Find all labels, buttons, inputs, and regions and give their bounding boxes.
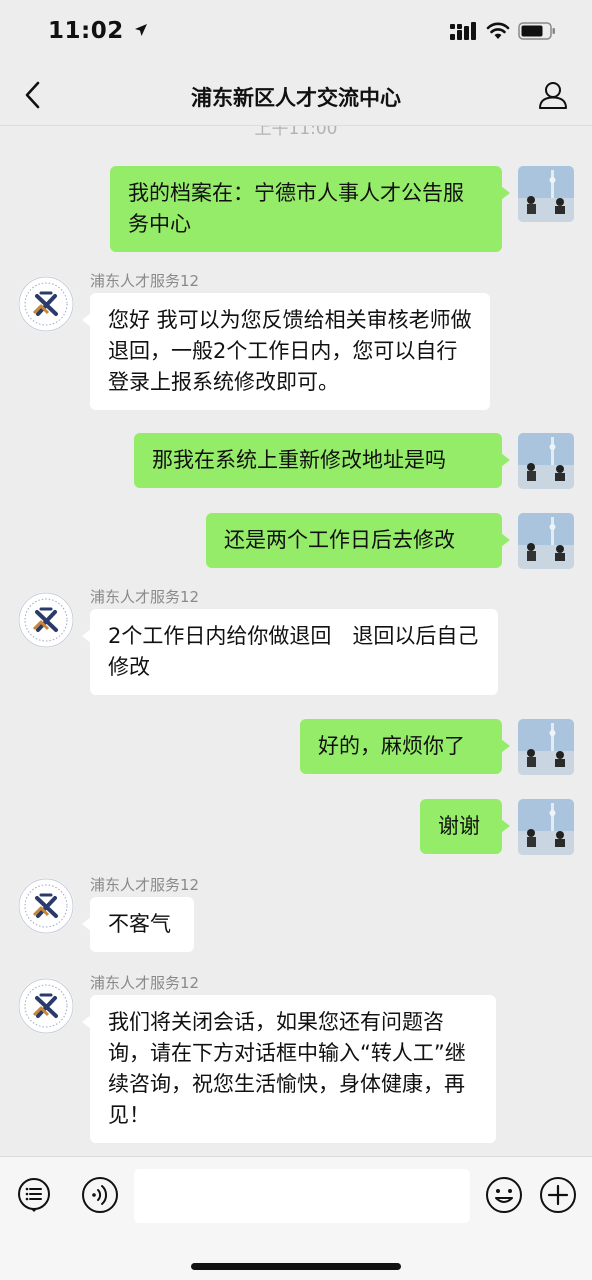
voice-button[interactable] [80, 1175, 120, 1215]
message-bubble-incoming[interactable]: 不客气 [82, 897, 194, 952]
user-avatar[interactable] [518, 799, 574, 855]
sender-name: 浦东人才服务12 [90, 588, 200, 606]
message-bubble-incoming[interactable]: 我们将关闭会话，如果您还有问题咨询，请在下方对话框中输入“转人工”继续咨询，祝您… [82, 995, 496, 1143]
navigation-bar: 浦东新区人才交流中心 [0, 64, 592, 126]
sender-name: 浦东人才服务12 [90, 974, 200, 992]
message-text: 我的档案在：宁德市人事人才公告服务中心 [128, 181, 464, 236]
home-indicator[interactable] [191, 1263, 401, 1270]
message-text: 我们将关闭会话，如果您还有问题咨询，请在下方对话框中输入“转人工”继续咨询，祝您… [108, 1010, 466, 1127]
message-text: 2个工作日内给你做退回 退回以后自己修改 [108, 624, 479, 679]
message-bubble-incoming[interactable]: 2个工作日内给你做退回 退回以后自己修改 [82, 609, 498, 695]
message-bubble-incoming[interactable]: 您好 我可以为您反馈给相关审核老师做退回，一般2个工作日内，您可以自行登录上报系… [82, 293, 490, 410]
cellular-signal-icon [450, 22, 476, 40]
chat-message-list[interactable]: 上午11:00 我的档案在：宁德市人事人才公告服务中心 浦东人才服务12 您好 … [0, 126, 592, 1156]
sender-name: 浦东人才服务12 [90, 272, 200, 290]
user-avatar-image [518, 433, 574, 489]
message-timestamp: 上午11:00 [254, 126, 338, 139]
status-bar: 11:02 [0, 0, 592, 64]
message-bubble-outgoing[interactable]: 谢谢 [420, 799, 510, 854]
location-arrow-icon [135, 24, 148, 36]
agent-avatar[interactable] [18, 978, 74, 1034]
message-text: 谢谢 [438, 814, 480, 838]
battery-icon [518, 22, 555, 40]
chat-title: 浦东新区人才交流中心 [191, 86, 401, 110]
user-avatar-image [518, 799, 574, 855]
add-icon [540, 1177, 576, 1213]
message-text-input[interactable] [134, 1169, 470, 1223]
user-avatar[interactable] [518, 433, 574, 489]
message-bubble-outgoing[interactable]: 那我在系统上重新修改地址是吗 [134, 433, 510, 488]
sender-name: 浦东人才服务12 [90, 876, 200, 894]
profile-icon [539, 82, 567, 109]
message-text: 还是两个工作日后去修改 [224, 528, 455, 552]
agent-logo-icon [18, 276, 74, 332]
user-avatar[interactable] [518, 166, 574, 222]
add-button[interactable] [538, 1175, 578, 1215]
emoji-icon [486, 1177, 522, 1213]
agent-logo-icon [18, 592, 74, 648]
user-avatar-image [518, 719, 574, 775]
agent-logo-icon [18, 878, 74, 934]
agent-avatar[interactable] [18, 276, 74, 332]
status-indicators [450, 22, 556, 40]
message-text: 不客气 [108, 912, 171, 936]
user-avatar[interactable] [518, 719, 574, 775]
wifi-icon [486, 22, 510, 39]
message-text: 那我在系统上重新修改地址是吗 [152, 448, 446, 472]
menu-list-icon [18, 1178, 50, 1212]
agent-avatar[interactable] [18, 878, 74, 934]
emoji-button[interactable] [484, 1175, 524, 1215]
message-text: 好的，麻烦你了 [318, 734, 465, 758]
agent-logo-icon [18, 978, 74, 1034]
status-time: 11:02 [48, 18, 148, 44]
message-bubble-outgoing[interactable]: 好的，麻烦你了 [300, 719, 510, 774]
user-avatar-image [518, 166, 574, 222]
user-avatar-image [518, 513, 574, 569]
menu-button[interactable] [14, 1175, 54, 1215]
message-text: 您好 我可以为您反馈给相关审核老师做退回，一般2个工作日内，您可以自行登录上报系… [108, 308, 472, 394]
message-bubble-outgoing[interactable]: 我的档案在：宁德市人事人才公告服务中心 [110, 166, 510, 252]
status-time-text: 11:02 [48, 18, 124, 44]
voice-icon [82, 1177, 118, 1213]
message-input-bar [0, 1156, 592, 1280]
user-avatar[interactable] [518, 513, 574, 569]
agent-avatar[interactable] [18, 592, 74, 648]
chat-info-button[interactable] [536, 78, 570, 112]
message-bubble-outgoing[interactable]: 还是两个工作日后去修改 [206, 513, 510, 568]
